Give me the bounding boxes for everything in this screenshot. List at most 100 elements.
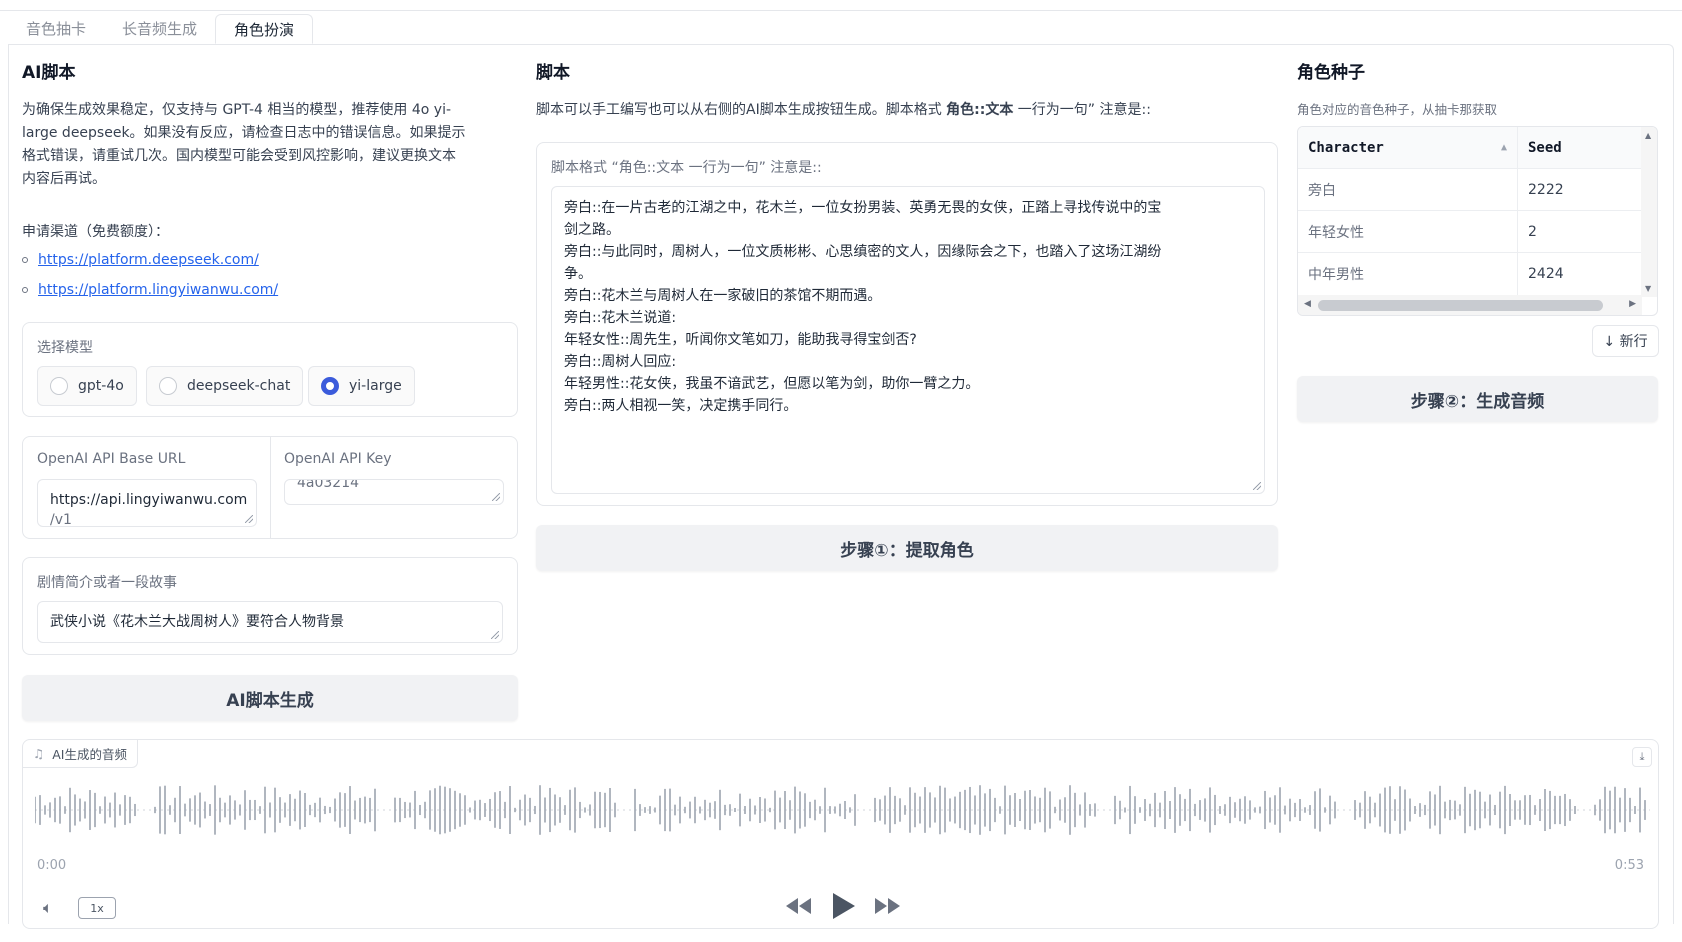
tab-long-audio[interactable]: 长音频生成 xyxy=(104,14,215,44)
cell-character[interactable]: 旁白 xyxy=(1298,169,1518,210)
tab-voice-draw[interactable]: 音色抽卡 xyxy=(8,14,104,44)
role-seeds-description: 角色对应的音色种子，从抽卡那获取 xyxy=(1297,102,1498,117)
rewind-icon[interactable] xyxy=(783,892,815,920)
playback-speed-button[interactable]: 1x xyxy=(78,897,116,919)
time-end: 0:53 xyxy=(1614,858,1644,873)
script-line: 剑之路。 xyxy=(564,222,620,238)
tab-role-play[interactable]: 角色扮演 xyxy=(215,14,314,44)
ai-script-title: AI脚本 xyxy=(22,63,76,83)
time-start: 0:00 xyxy=(37,858,67,873)
desc-text: 一行为一句” 注意是:: xyxy=(1013,102,1151,118)
scroll-left-icon[interactable]: ◀ xyxy=(1304,299,1311,309)
horizontal-scrollbar[interactable]: ◀ ▶ xyxy=(1298,295,1642,315)
script-line: 争。 xyxy=(564,266,592,282)
audio-label-text: AI生成的音频 xyxy=(52,747,127,762)
model-label: 选择模型 xyxy=(37,340,93,356)
lingyiwanwu-link[interactable]: https://platform.lingyiwanwu.com/ xyxy=(38,282,278,298)
scroll-down-icon[interactable]: ▼ xyxy=(1645,284,1651,293)
music-note-icon: ♫ xyxy=(33,746,45,761)
scroll-right-icon[interactable]: ▶ xyxy=(1629,299,1636,309)
cell-seed[interactable]: 2 xyxy=(1518,211,1642,252)
column-header-seed[interactable]: Seed xyxy=(1518,127,1642,168)
volume-icon[interactable]: 🔈︎ xyxy=(43,898,53,918)
api-key-label: OpenAI API Key xyxy=(284,451,392,467)
script-line: 年轻男性::花女侠，我虽不谙武艺，但愿以笔为剑，助你一臂之力。 xyxy=(564,376,980,392)
base-url-value-tail: /v1 xyxy=(50,512,72,527)
add-row-button[interactable]: ↓ 新行 xyxy=(1592,325,1659,357)
audio-label: ♫ AI生成的音频 xyxy=(23,740,138,768)
script-textarea[interactable]: 旁白::在一片古老的江湖之中，花木兰，一位女扮男装、英勇无畏的女侠，正踏上寻找传… xyxy=(551,186,1265,494)
script-description: 脚本可以手工编写也可以从右侧的AI脚本生成按钮生成。脚本格式 角色::文本 一行… xyxy=(536,99,1151,122)
model-option-label: deepseek-chat xyxy=(187,378,291,394)
deepseek-link[interactable]: https://platform.deepseek.com/ xyxy=(38,252,259,268)
cell-seed[interactable]: 2424 xyxy=(1518,253,1642,295)
model-option-deepseek-chat[interactable]: deepseek-chat xyxy=(146,366,304,406)
play-icon[interactable] xyxy=(827,890,859,922)
story-value: 武侠小说《花木兰大战周树人》要符合人物背景 xyxy=(50,614,344,630)
script-line: 旁白::与此同时，周树人，一位文质彬彬、心思缜密的文人，因缘际会之下，也踏入了这… xyxy=(564,244,1162,260)
resize-handle-icon[interactable] xyxy=(245,515,253,523)
fast-forward-icon[interactable] xyxy=(871,892,903,920)
column-header-label: Character xyxy=(1308,139,1384,156)
model-selector: 选择模型 gpt-4o deepseek-chat yi-large xyxy=(22,322,518,417)
resize-handle-icon[interactable] xyxy=(492,493,500,501)
list-item: https://platform.deepseek.com/ xyxy=(22,252,259,268)
scroll-up-icon[interactable]: ▲ xyxy=(1645,131,1651,140)
table-row[interactable]: 中年男性 2424 xyxy=(1298,253,1642,295)
ai-script-generate-button[interactable]: AI脚本生成 xyxy=(22,675,518,721)
role-seeds-title: 角色种子 xyxy=(1297,63,1365,83)
script-line: 年轻女性::周先生，听闻你文笔如刀，能助我寻得宝剑否? xyxy=(564,332,917,348)
top-divider xyxy=(0,10,1682,11)
channels-title: 申请渠道（免费额度）： xyxy=(22,224,169,240)
cell-seed[interactable]: 2222 xyxy=(1518,169,1642,210)
scrollbar-thumb[interactable] xyxy=(1318,300,1603,311)
cell-character[interactable]: 中年男性 xyxy=(1298,253,1518,295)
radio-icon xyxy=(159,377,177,395)
desc-text: 脚本可以手工编写也可以从右侧的AI脚本生成按钮生成。脚本格式 xyxy=(536,102,947,118)
vertical-scrollbar[interactable]: ▲ ▼ xyxy=(1641,127,1657,297)
model-option-label: yi-large xyxy=(349,378,402,394)
resize-handle-icon[interactable] xyxy=(491,631,499,639)
bullet-icon xyxy=(22,287,28,293)
base-url-value: https://api.lingyiwanwu.com xyxy=(50,492,248,508)
waveform[interactable] xyxy=(35,780,1650,840)
column-header-character[interactable]: Character ▲ xyxy=(1298,127,1518,168)
sort-asc-icon[interactable]: ▲ xyxy=(1501,142,1507,153)
radio-selected-icon xyxy=(321,377,339,395)
desc-line: large deepseek。如果没有反应，请检查日志中的错误信息。如果提示 xyxy=(22,125,466,141)
script-line: 旁白::在一片古老的江湖之中，花木兰，一位女扮男装、英勇无畏的女侠，正踏上寻找传… xyxy=(564,200,1162,216)
model-option-gpt-4o[interactable]: gpt-4o xyxy=(37,366,137,406)
api-key-value: 4a03214 xyxy=(297,479,360,491)
generate-audio-button[interactable]: 步骤②：生成音频 xyxy=(1297,376,1658,422)
table-row[interactable]: 年轻女性 2 xyxy=(1298,211,1642,253)
table-row[interactable]: 旁白 2222 xyxy=(1298,169,1642,211)
desc-line: 格式错误，请重试几次。国内模型可能会受到风控影响，建议更换文本 xyxy=(22,148,456,164)
desc-line: 内容后再试。 xyxy=(22,171,106,187)
script-line: 旁白::花木兰与周树人在一家破旧的茶馆不期而遇。 xyxy=(564,288,882,304)
extract-roles-button[interactable]: 步骤①：提取角色 xyxy=(536,525,1278,571)
desc-bold: 角色::文本 xyxy=(946,102,1014,118)
story-label: 剧情简介或者一段故事 xyxy=(37,575,177,591)
ai-script-description: 为确保生成效果稳定，仅支持与 GPT-4 相当的模型，推荐使用 4o yi- l… xyxy=(22,99,522,191)
story-box: 剧情简介或者一段故事 武侠小说《花木兰大战周树人》要符合人物背景 xyxy=(22,557,518,655)
model-option-label: gpt-4o xyxy=(78,378,124,394)
download-icon[interactable]: ⤓ xyxy=(1632,747,1652,767)
api-settings: OpenAI API Base URL https://api.lingyiwa… xyxy=(22,436,518,539)
script-title: 脚本 xyxy=(536,63,570,83)
base-url-input[interactable]: https://api.lingyiwanwu.com /v1 xyxy=(37,479,257,527)
radio-icon xyxy=(50,377,68,395)
script-textarea-label: 脚本格式 “角色::文本 一行为一句” 注意是:: xyxy=(551,160,822,176)
divider xyxy=(270,437,271,538)
cell-character[interactable]: 年轻女性 xyxy=(1298,211,1518,252)
model-option-yi-large[interactable]: yi-large xyxy=(308,366,415,406)
story-input[interactable]: 武侠小说《花木兰大战周树人》要符合人物背景 xyxy=(37,601,503,643)
script-line: 旁白::花木兰说道: xyxy=(564,310,677,326)
base-url-label: OpenAI API Base URL xyxy=(37,451,186,467)
tab-bar: 音色抽卡 长音频生成 角色扮演 xyxy=(8,14,314,44)
role-seed-table: Character ▲ Seed 旁白 2222 年轻女性 2 中年男性 242… xyxy=(1297,126,1658,316)
api-key-input[interactable]: 4a03214 xyxy=(284,479,504,505)
table-header: Character ▲ Seed xyxy=(1298,127,1642,169)
resize-handle-icon[interactable] xyxy=(1253,482,1261,490)
audio-player: ♫ AI生成的音频 ⤓ 0:00 0:53 🔈︎ 1x xyxy=(22,739,1659,929)
desc-line: 为确保生成效果稳定，仅支持与 GPT-4 相当的模型，推荐使用 4o yi- xyxy=(22,102,452,118)
